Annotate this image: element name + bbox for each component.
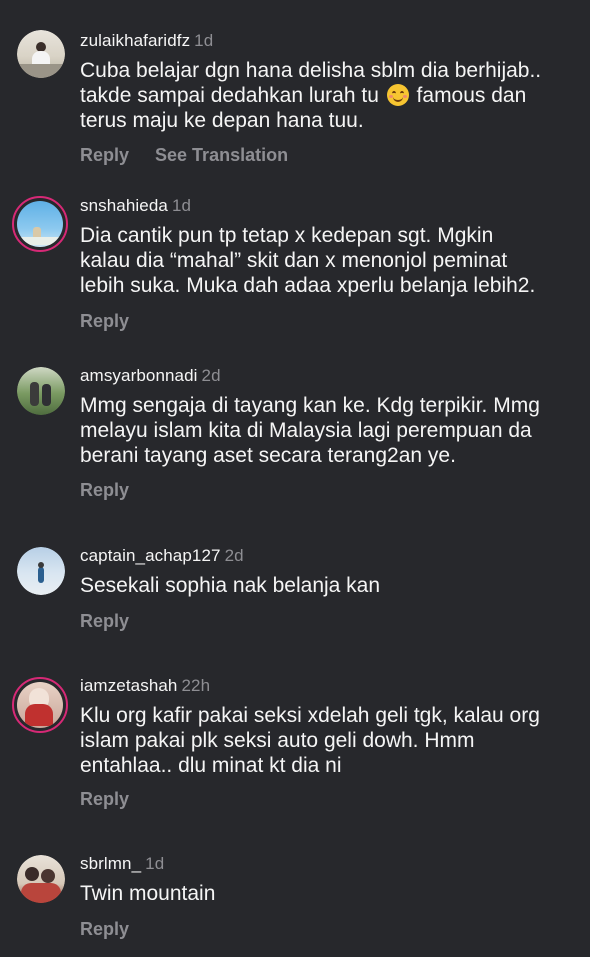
reply-button[interactable]: Reply <box>80 611 129 631</box>
comment-actions: Reply <box>80 480 155 501</box>
username[interactable]: iamzetashah <box>80 676 178 695</box>
comment-header: amsyarbonnadi 2d <box>80 366 221 386</box>
reply-button[interactable]: Reply <box>80 145 129 165</box>
avatar[interactable] <box>12 677 68 733</box>
avatar[interactable] <box>17 30 65 78</box>
reply-button[interactable]: Reply <box>80 789 129 809</box>
username[interactable]: sbrlmn_ <box>80 854 141 873</box>
timestamp: 1d <box>171 196 192 215</box>
comment-actions: Reply <box>80 919 155 940</box>
username[interactable]: amsyarbonnadi <box>80 366 198 385</box>
smiling-face-emoji-icon <box>386 84 409 106</box>
comment-header: captain_achap127 2d <box>80 546 244 566</box>
avatar[interactable] <box>17 547 65 595</box>
timestamp: 22h <box>181 676 211 695</box>
comment-text: Cuba belajar dgn hana delisha sblm dia b… <box>80 59 542 132</box>
see-translation-button[interactable]: See Translation <box>155 145 288 165</box>
username[interactable]: captain_achap127 <box>80 546 221 565</box>
timestamp: 2d <box>201 366 221 385</box>
comment-text: Twin mountain <box>80 882 216 905</box>
comment-header: zulaikhafaridfz 1d <box>80 31 213 51</box>
comment-text: Sesekali sophia nak belanja kan <box>80 574 381 597</box>
comment-actions: Reply <box>80 611 155 632</box>
username[interactable]: zulaikhafaridfz <box>80 31 190 50</box>
avatar[interactable] <box>17 855 65 903</box>
avatar[interactable] <box>12 196 68 252</box>
comment-actions: Reply See Translation <box>80 145 314 166</box>
comment-actions: Reply <box>80 311 155 332</box>
comment-text: Mmg sengaja di tayang kan ke. Kdg terpik… <box>80 394 540 467</box>
timestamp: 1d <box>194 31 214 50</box>
comment-header: iamzetashah 22h <box>80 676 210 696</box>
avatar[interactable] <box>17 367 65 415</box>
reply-button[interactable]: Reply <box>80 311 129 331</box>
reply-button[interactable]: Reply <box>80 919 129 939</box>
comment-actions: Reply <box>80 789 155 810</box>
comment-text: Dia cantik pun tp tetap x kedepan sgt. M… <box>80 224 536 297</box>
timestamp: 1d <box>145 854 165 873</box>
username[interactable]: snshahieda <box>80 196 168 215</box>
timestamp: 2d <box>224 546 244 565</box>
comment-header: snshahieda 1d <box>80 196 191 216</box>
reply-button[interactable]: Reply <box>80 480 129 500</box>
comment-header: sbrlmn_ 1d <box>80 854 164 874</box>
comment-text: Klu org kafir pakai seksi xdelah geli tg… <box>80 704 540 777</box>
